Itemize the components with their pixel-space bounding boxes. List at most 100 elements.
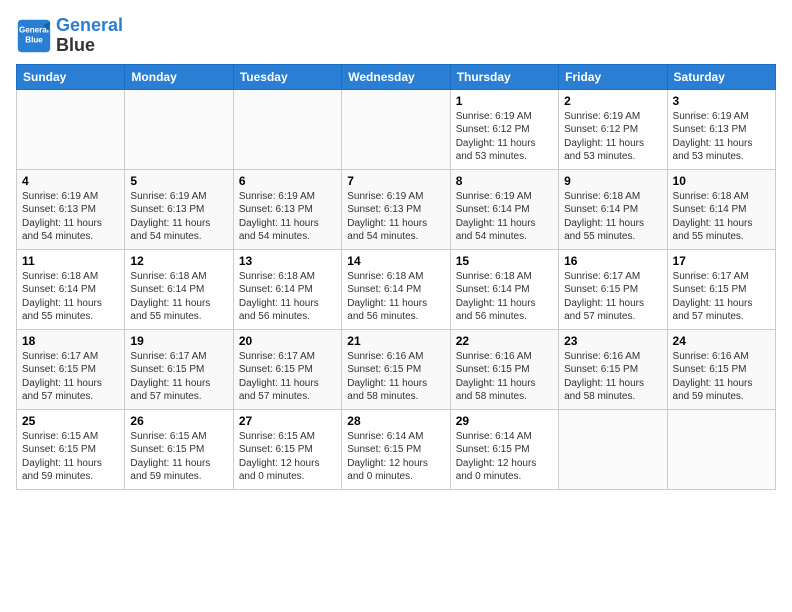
- day-info: Sunrise: 6:15 AM Sunset: 6:15 PM Dayligh…: [130, 430, 227, 484]
- day-number: 26: [130, 414, 227, 428]
- day-info: Sunrise: 6:19 AM Sunset: 6:12 PM Dayligh…: [564, 110, 661, 164]
- day-number: 1: [456, 94, 553, 108]
- calendar-cell: 9 Sunrise: 6:18 AM Sunset: 6:14 PM Daylig…: [559, 169, 667, 249]
- weekday-header: Thursday: [450, 64, 558, 89]
- day-info: Sunrise: 6:19 AM Sunset: 6:14 PM Dayligh…: [456, 190, 553, 244]
- day-number: 15: [456, 254, 553, 268]
- day-number: 9: [564, 174, 661, 188]
- calendar-cell: 3 Sunrise: 6:19 AM Sunset: 6:13 PM Daylig…: [667, 89, 775, 169]
- calendar-cell: 18Sunrise: 6:17 AM Sunset: 6:15 PM Dayli…: [17, 329, 125, 409]
- weekday-header: Wednesday: [342, 64, 450, 89]
- calendar-cell: 4 Sunrise: 6:19 AM Sunset: 6:13 PM Daylig…: [17, 169, 125, 249]
- weekday-header: Friday: [559, 64, 667, 89]
- calendar-header: SundayMondayTuesdayWednesdayThursdayFrid…: [17, 64, 776, 89]
- day-info: Sunrise: 6:19 AM Sunset: 6:13 PM Dayligh…: [673, 110, 770, 164]
- day-number: 3: [673, 94, 770, 108]
- day-info: Sunrise: 6:18 AM Sunset: 6:14 PM Dayligh…: [130, 270, 227, 324]
- day-info: Sunrise: 6:16 AM Sunset: 6:15 PM Dayligh…: [673, 350, 770, 404]
- calendar-cell: [342, 89, 450, 169]
- day-info: Sunrise: 6:17 AM Sunset: 6:15 PM Dayligh…: [564, 270, 661, 324]
- day-number: 2: [564, 94, 661, 108]
- day-number: 17: [673, 254, 770, 268]
- day-info: Sunrise: 6:18 AM Sunset: 6:14 PM Dayligh…: [673, 190, 770, 244]
- day-number: 13: [239, 254, 336, 268]
- day-info: Sunrise: 6:15 AM Sunset: 6:15 PM Dayligh…: [22, 430, 119, 484]
- day-number: 5: [130, 174, 227, 188]
- day-info: Sunrise: 6:18 AM Sunset: 6:14 PM Dayligh…: [239, 270, 336, 324]
- logo-text: GeneralBlue: [56, 16, 123, 56]
- day-info: Sunrise: 6:18 AM Sunset: 6:14 PM Dayligh…: [564, 190, 661, 244]
- calendar-cell: 15 Sunrise: 6:18 AM Sunset: 6:14 PM Dayli…: [450, 249, 558, 329]
- day-info: Sunrise: 6:17 AM Sunset: 6:15 PM Dayligh…: [673, 270, 770, 324]
- day-number: 8: [456, 174, 553, 188]
- day-number: 22: [456, 334, 553, 348]
- day-number: 24: [673, 334, 770, 348]
- day-info: Sunrise: 6:15 AM Sunset: 6:15 PM Dayligh…: [239, 430, 336, 484]
- calendar-cell: [125, 89, 233, 169]
- day-info: Sunrise: 6:18 AM Sunset: 6:14 PM Dayligh…: [456, 270, 553, 324]
- calendar-table: SundayMondayTuesdayWednesdayThursdayFrid…: [16, 64, 776, 490]
- day-info: Sunrise: 6:19 AM Sunset: 6:12 PM Dayligh…: [456, 110, 553, 164]
- calendar-cell: [17, 89, 125, 169]
- calendar-cell: 11 Sunrise: 6:18 AM Sunset: 6:14 PM Dayli…: [17, 249, 125, 329]
- calendar-week-row: 25 Sunrise: 6:15 AM Sunset: 6:15 PM Dayli…: [17, 409, 776, 489]
- calendar-cell: 14 Sunrise: 6:18 AM Sunset: 6:14 PM Dayli…: [342, 249, 450, 329]
- calendar-cell: 12 Sunrise: 6:18 AM Sunset: 6:14 PM Dayli…: [125, 249, 233, 329]
- day-info: Sunrise: 6:19 AM Sunset: 6:13 PM Dayligh…: [130, 190, 227, 244]
- calendar-cell: 21 Sunrise: 6:16 AM Sunset: 6:15 PM Dayli…: [342, 329, 450, 409]
- day-info: Sunrise: 6:18 AM Sunset: 6:14 PM Dayligh…: [22, 270, 119, 324]
- day-number: 11: [22, 254, 119, 268]
- calendar-week-row: 4 Sunrise: 6:19 AM Sunset: 6:13 PM Daylig…: [17, 169, 776, 249]
- calendar-week-row: 1 Sunrise: 6:19 AM Sunset: 6:12 PM Daylig…: [17, 89, 776, 169]
- day-info: Sunrise: 6:16 AM Sunset: 6:15 PM Dayligh…: [347, 350, 444, 404]
- day-info: Sunrise: 6:17 AM Sunset: 6:15 PM Dayligh…: [239, 350, 336, 404]
- calendar-cell: 1 Sunrise: 6:19 AM Sunset: 6:12 PM Daylig…: [450, 89, 558, 169]
- day-info: Sunrise: 6:19 AM Sunset: 6:13 PM Dayligh…: [239, 190, 336, 244]
- svg-text:Blue: Blue: [25, 35, 43, 44]
- calendar-cell: 19 Sunrise: 6:17 AM Sunset: 6:15 PM Dayli…: [125, 329, 233, 409]
- day-number: 29: [456, 414, 553, 428]
- calendar-cell: 5 Sunrise: 6:19 AM Sunset: 6:13 PM Daylig…: [125, 169, 233, 249]
- day-number: 19: [130, 334, 227, 348]
- calendar-cell: 2 Sunrise: 6:19 AM Sunset: 6:12 PM Daylig…: [559, 89, 667, 169]
- day-number: 12: [130, 254, 227, 268]
- calendar-cell: 20Sunrise: 6:17 AM Sunset: 6:15 PM Dayli…: [233, 329, 341, 409]
- weekday-header: Monday: [125, 64, 233, 89]
- weekday-header: Saturday: [667, 64, 775, 89]
- day-number: 21: [347, 334, 444, 348]
- day-info: Sunrise: 6:18 AM Sunset: 6:14 PM Dayligh…: [347, 270, 444, 324]
- day-number: 28: [347, 414, 444, 428]
- svg-text:General: General: [19, 25, 49, 34]
- calendar-cell: [233, 89, 341, 169]
- calendar-cell: 27 Sunrise: 6:15 AM Sunset: 6:15 PM Dayli…: [233, 409, 341, 489]
- day-info: Sunrise: 6:19 AM Sunset: 6:13 PM Dayligh…: [22, 190, 119, 244]
- day-number: 7: [347, 174, 444, 188]
- page-header: General Blue GeneralBlue: [16, 16, 776, 56]
- calendar-cell: 7 Sunrise: 6:19 AM Sunset: 6:13 PM Daylig…: [342, 169, 450, 249]
- day-number: 27: [239, 414, 336, 428]
- day-number: 18: [22, 334, 119, 348]
- logo-icon: General Blue: [16, 18, 52, 54]
- calendar-week-row: 18 Sunrise: 6:17 AM Sunset: 6:15 PM Dayli…: [17, 329, 776, 409]
- calendar-week-row: 11 Sunrise: 6:18 AM Sunset: 6:14 PM Dayli…: [17, 249, 776, 329]
- day-info: Sunrise: 6:17 AM Sunset: 6:15 PM Dayligh…: [130, 350, 227, 404]
- calendar-cell: 24 Sunrise: 6:16 AM Sunset: 6:15 PM Dayli…: [667, 329, 775, 409]
- day-number: 25: [22, 414, 119, 428]
- calendar-cell: 28 Sunrise: 6:14 AM Sunset: 6:15 PM Dayli…: [342, 409, 450, 489]
- day-number: 6: [239, 174, 336, 188]
- calendar-cell: 22 Sunrise: 6:16 AM Sunset: 6:15 PM Dayli…: [450, 329, 558, 409]
- day-number: 23: [564, 334, 661, 348]
- logo: General Blue GeneralBlue: [16, 16, 123, 56]
- day-number: 4: [22, 174, 119, 188]
- day-info: Sunrise: 6:16 AM Sunset: 6:15 PM Dayligh…: [456, 350, 553, 404]
- day-number: 10: [673, 174, 770, 188]
- day-number: 14: [347, 254, 444, 268]
- calendar-cell: [559, 409, 667, 489]
- day-info: Sunrise: 6:16 AM Sunset: 6:15 PM Dayligh…: [564, 350, 661, 404]
- day-info: Sunrise: 6:14 AM Sunset: 6:15 PM Dayligh…: [347, 430, 444, 484]
- day-info: Sunrise: 6:19 AM Sunset: 6:13 PM Dayligh…: [347, 190, 444, 244]
- calendar-cell: 8 Sunrise: 6:19 AM Sunset: 6:14 PM Daylig…: [450, 169, 558, 249]
- day-info: Sunrise: 6:14 AM Sunset: 6:15 PM Dayligh…: [456, 430, 553, 484]
- weekday-header: Tuesday: [233, 64, 341, 89]
- calendar-body: 1 Sunrise: 6:19 AM Sunset: 6:12 PM Daylig…: [17, 89, 776, 489]
